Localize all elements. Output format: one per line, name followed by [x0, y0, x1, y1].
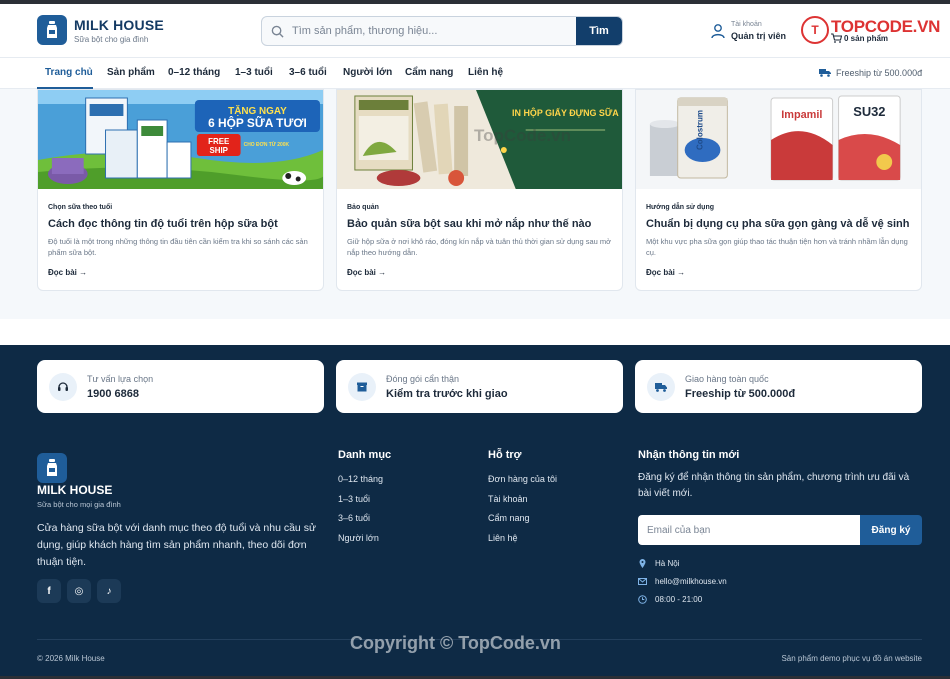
feature-label: Tư vấn lựa chọn [87, 374, 154, 384]
article-card[interactable]: IN HỘP GIẤY ĐỰNG SỮA Bảo quản Bảo quản s… [336, 89, 623, 291]
cart-icon[interactable] [831, 33, 842, 43]
article-category: Bảo quản [347, 204, 379, 211]
article-title[interactable]: Chuẩn bị dụng cụ pha sữa gọn gàng và dễ … [646, 218, 916, 230]
site-header: MILK HOUSE Sữa bột cho gia đình Tìm Tài … [0, 4, 950, 58]
footer-support-link[interactable]: Đơn hàng của tôi [488, 474, 557, 484]
search-icon [271, 25, 284, 38]
feature-shipping: Giao hàng toàn quốc Freeship từ 500.000đ [635, 360, 922, 413]
newsletter-subscribe-button[interactable]: Đăng ký [860, 515, 922, 545]
can-label-3: SU32 [853, 104, 885, 119]
footer-category-link[interactable]: 0–12 tháng [338, 474, 383, 484]
article-title[interactable]: Bảo quản sữa bột sau khi mở nắp như thế … [347, 218, 617, 230]
brand-tagline: Sữa bột cho gia đình [74, 35, 149, 44]
feature-packaging: Đóng gói cẩn thận Kiểm tra trước khi gia… [336, 360, 623, 413]
article-description: Giữ hộp sữa ở nơi khô ráo, đóng kín nắp … [347, 237, 612, 257]
contact-hours-text: 08:00 - 21:00 [655, 595, 703, 604]
user-icon [711, 24, 725, 39]
newsletter-email-input[interactable] [638, 515, 860, 545]
packaging-headline: IN HỘP GIẤY ĐỰNG SỮA [512, 107, 619, 118]
demo-note: Sản phẩm demo phục vụ đồ án website [781, 654, 922, 663]
footer-category-link[interactable]: Người lớn [338, 533, 379, 543]
section-spacer [0, 319, 950, 345]
footer-category-link[interactable]: 3–6 tuổi [338, 513, 370, 523]
article-category: Hướng dẫn sử dụng [646, 204, 714, 211]
read-more-link[interactable]: Đọc bài → [48, 268, 87, 277]
headset-icon [49, 373, 77, 401]
location-icon [639, 559, 646, 568]
nav-item-products[interactable]: Sản phẩm [107, 67, 155, 78]
nav-item-home[interactable]: Trang chủ [45, 67, 93, 78]
instagram-icon[interactable]: ◎ [67, 579, 91, 603]
newsletter-description: Đăng ký để nhận thông tin sản phẩm, chươ… [638, 472, 910, 499]
milk-bottle-logo-icon[interactable] [37, 15, 67, 45]
main-nav: Trang chủ Sản phẩm 0–12 tháng 1–3 tuổi 3… [0, 58, 950, 89]
contact-email-text: hello@milkhouse.vn [655, 577, 727, 586]
nav-item-handbook[interactable]: Cẩm nang [405, 67, 453, 78]
footer-description: Cửa hàng sữa bột với danh mục theo độ tu… [37, 522, 316, 568]
support-heading: Hỗ trợ [488, 449, 522, 461]
topcode-watermark-logo: T TOPCODE.VN 0 sản phẩm [801, 14, 940, 46]
account-name: Quản trị viên [731, 31, 787, 41]
clock-icon [638, 595, 647, 604]
copyright-watermark: Copyright © TopCode.vn [350, 633, 561, 653]
bottle-icon [47, 21, 57, 38]
article-card[interactable]: TẶNG NGAY 6 HỘP SỮA TƯƠI FREE SHIP CHO Đ… [37, 89, 324, 291]
footer-support-link[interactable]: Cẩm nang [488, 513, 530, 523]
box-icon [348, 373, 376, 401]
article-description: Độ tuổi là một trong những thông tin đầu… [48, 237, 308, 257]
feature-label: Đóng gói cẩn thận [386, 374, 460, 384]
article-image-promo: TẶNG NGAY 6 HỘP SỮA TƯƠI FREE SHIP CHO Đ… [38, 90, 323, 189]
feature-label: Giao hàng toàn quốc [685, 374, 769, 384]
article-image-milk-cans: Colostrum Impamil SU32 [636, 90, 921, 189]
feature-value: 1900 6868 [87, 388, 139, 400]
tiktok-icon[interactable]: ♪ [97, 579, 121, 603]
site-footer: Tư vấn lựa chọn 1900 6868 Đóng gói cẩn t… [0, 345, 950, 679]
brand-name[interactable]: MILK HOUSE [74, 17, 164, 33]
article-description: Một khu vực pha sữa gọn giúp thao tác th… [646, 237, 908, 257]
nav-item-contact[interactable]: Liên hệ [468, 67, 503, 78]
read-more-link[interactable]: Đọc bài → [347, 268, 386, 277]
nav-item-0-12-months[interactable]: 0–12 tháng [168, 67, 220, 78]
article-category: Chọn sữa theo tuổi [48, 204, 113, 211]
ship-label: SHIP [209, 146, 228, 155]
footer-brand-tagline: Sữa bột cho mọi gia đình [37, 500, 121, 509]
feature-value: Kiểm tra trước khi giao [386, 388, 508, 400]
search-bar: Tìm [261, 16, 623, 46]
truck-icon [819, 69, 831, 77]
search-button[interactable]: Tìm [576, 17, 622, 45]
categories-heading: Danh mục [338, 449, 392, 461]
topcode-badge-icon: T [801, 16, 829, 44]
footer-support-link[interactable]: Tài khoản [488, 494, 528, 504]
nav-item-adults[interactable]: Người lớn [343, 67, 392, 78]
newsletter-heading: Nhận thông tin mới [638, 449, 740, 461]
newsletter-form: Đăng ký [638, 515, 922, 545]
cart-count[interactable]: 0 sản phẩm [844, 34, 888, 43]
read-more-link[interactable]: Đọc bài → [646, 268, 685, 277]
topcode-watermark: TopCode.vn [474, 126, 571, 145]
copyright-text: © 2026 Milk House [37, 654, 105, 663]
feature-consult: Tư vấn lựa chọn 1900 6868 [37, 360, 324, 413]
can-label-2: Impamil [781, 109, 822, 121]
can-label-1: Colostrum [696, 110, 705, 150]
min-order-label: CHO ĐƠN TỪ 200K [244, 141, 290, 148]
nav-item-1-3-years[interactable]: 1–3 tuổi [235, 67, 273, 78]
footer-brand-name: MILK HOUSE [37, 483, 113, 497]
account-label: Tài khoản [731, 21, 762, 28]
footer-support-link[interactable]: Liên hệ [488, 533, 518, 543]
article-title[interactable]: Cách đọc thông tin độ tuổi trên hộp sữa … [48, 218, 318, 230]
search-input[interactable] [292, 17, 576, 45]
account-link[interactable]: Tài khoản Quản trị viên [711, 21, 801, 47]
feature-value: Freeship từ 500.000đ [685, 388, 796, 400]
free-label: FREE [208, 137, 229, 146]
mail-icon [638, 578, 647, 585]
truck-icon [647, 373, 675, 401]
nav-item-3-6-years[interactable]: 3–6 tuổi [289, 67, 327, 78]
footer-category-link[interactable]: 1–3 tuổi [338, 494, 370, 504]
article-card[interactable]: Colostrum Impamil SU32 Hướng dẫn sử dụng… [635, 89, 922, 291]
contact-location-text: Hà Nội [655, 559, 680, 568]
promo-line2: 6 HỘP SỮA TƯƠI [208, 115, 307, 130]
freeship-text: Freeship từ 500.000đ [836, 68, 923, 78]
footer-bottle-logo-icon [37, 453, 67, 483]
facebook-icon[interactable]: f [37, 579, 61, 603]
